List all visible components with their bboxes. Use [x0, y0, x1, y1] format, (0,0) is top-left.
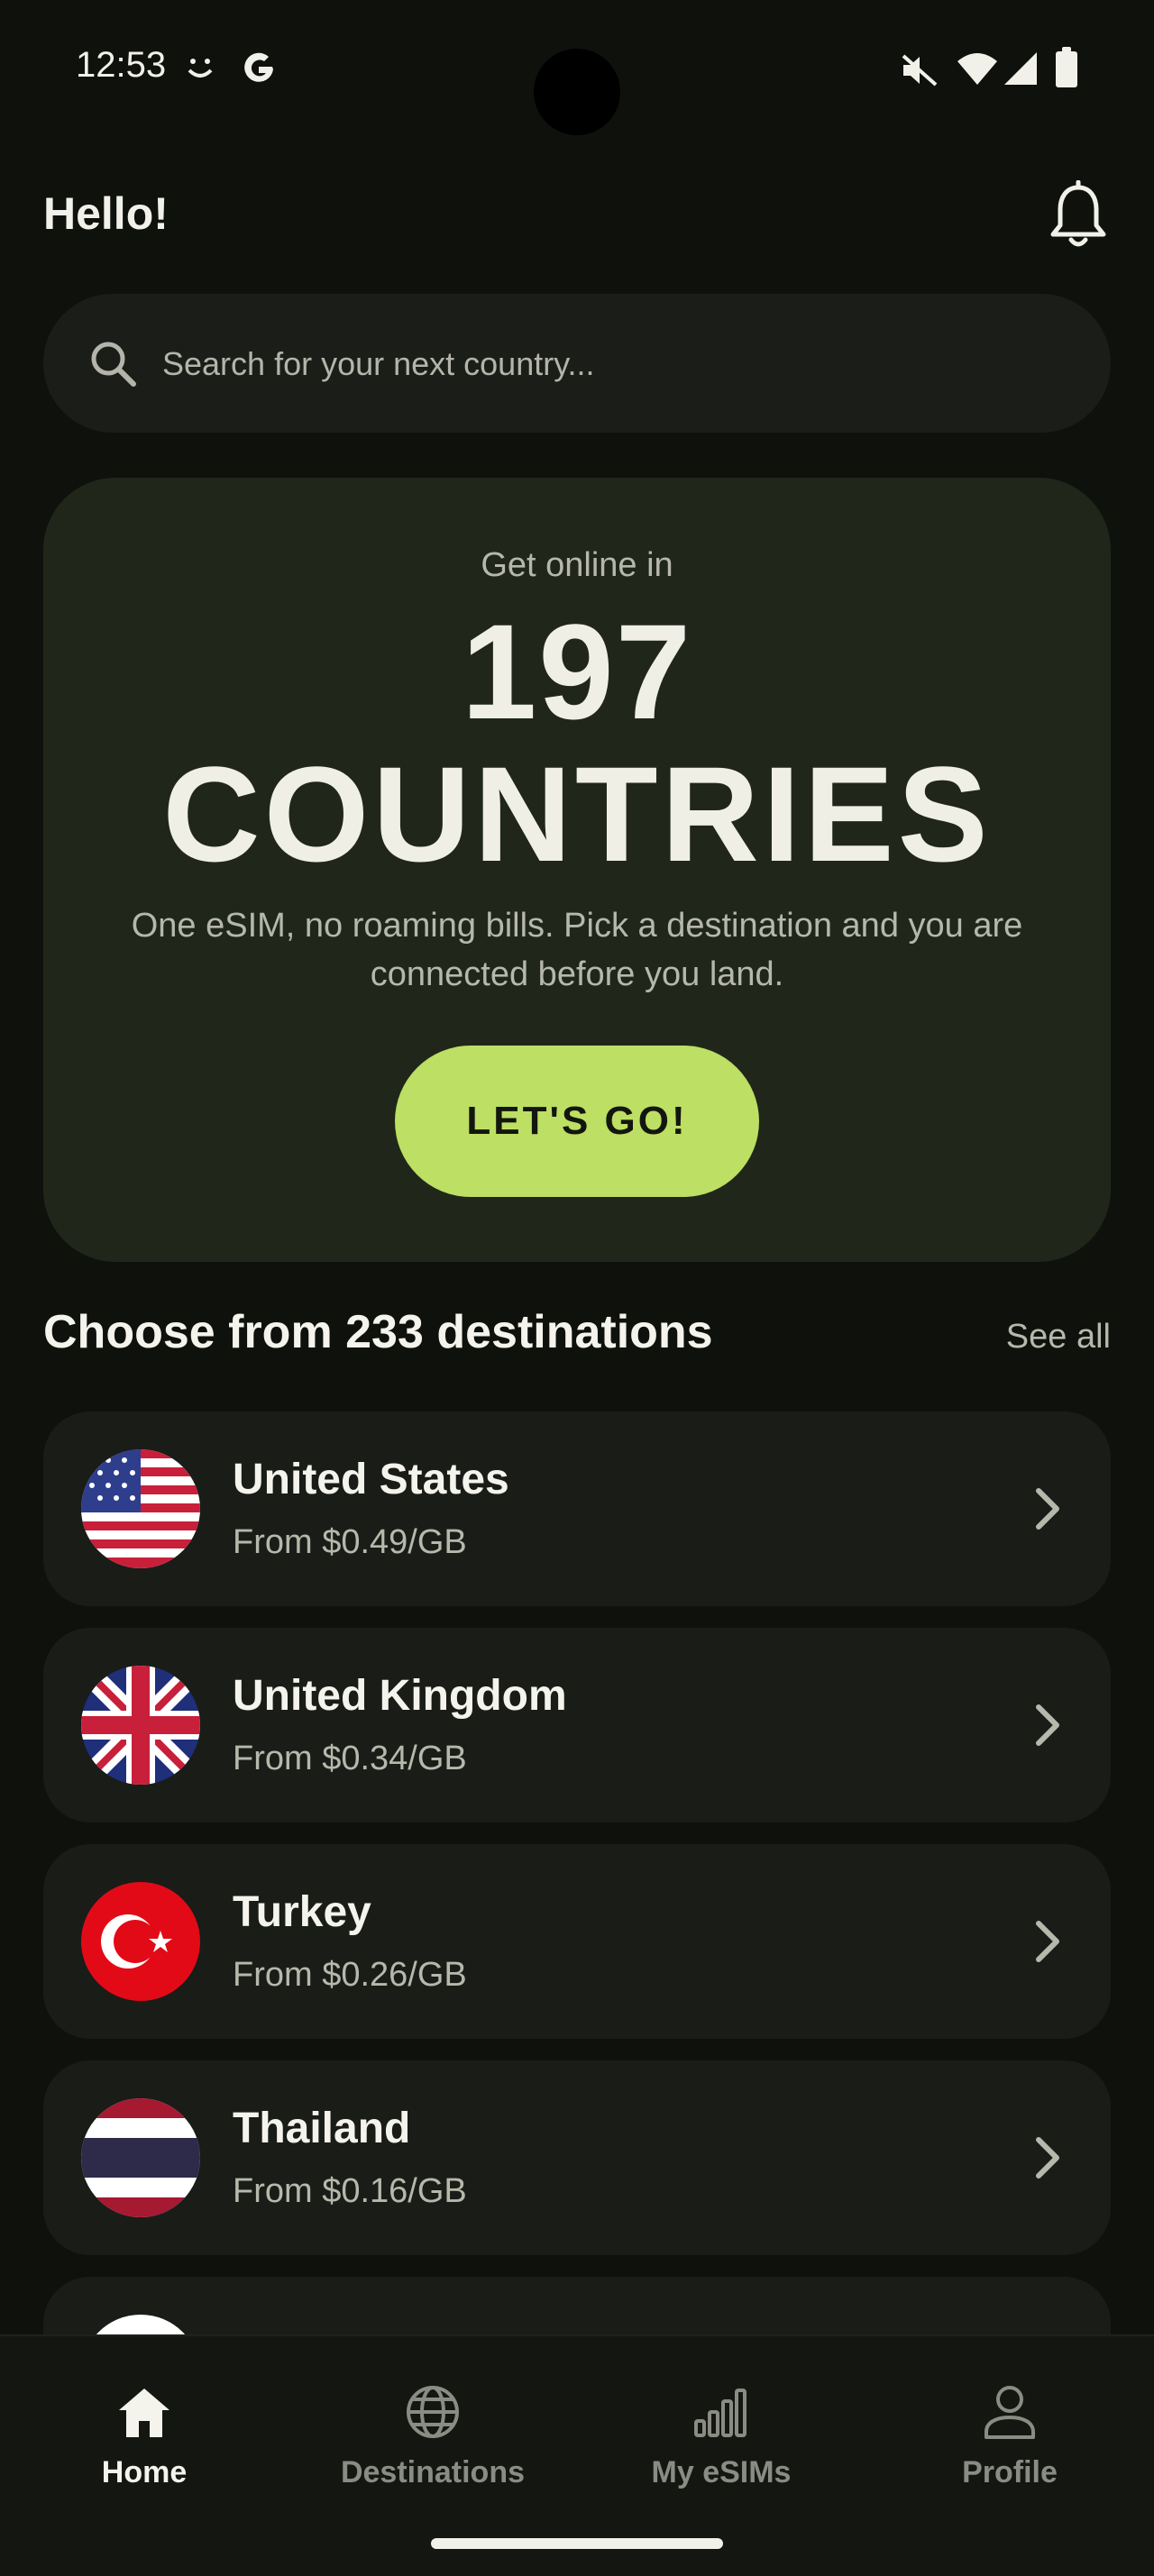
see-all-link[interactable]: See all [1006, 1318, 1111, 1357]
front-camera [534, 49, 620, 135]
google-icon [244, 52, 273, 82]
destination-item-turkey[interactable]: Turkey From $0.26/GB [43, 1844, 1111, 2039]
emoji-status-icon [188, 59, 213, 78]
uk-flag-icon [81, 1666, 200, 1785]
mute-icon [902, 54, 938, 87]
search-icon [91, 342, 136, 387]
hero-headline: COUNTRIES [162, 738, 992, 890]
cell-signal-icon [1004, 52, 1037, 85]
nav-destinations[interactable]: Destinations [288, 2336, 577, 2517]
destination-price: From $0.16/GB [233, 2172, 467, 2210]
nav-label: Destinations [340, 2455, 526, 2489]
nav-label: Profile [962, 2455, 1058, 2489]
notification-bell-icon[interactable] [1046, 180, 1111, 252]
destination-name: Turkey [233, 1888, 371, 1936]
destination-name: Thailand [233, 2105, 411, 2152]
wifi-icon [957, 53, 997, 85]
turkey-flag-icon [81, 1882, 200, 2001]
globe-icon [407, 2386, 459, 2438]
chevron-right-icon [1036, 1704, 1059, 1746]
home-indicator[interactable] [431, 2538, 723, 2549]
destination-item-united-states[interactable]: United States From $0.49/GB [43, 1411, 1111, 1606]
destination-price: From $0.34/GB [233, 1740, 467, 1777]
lets-go-button[interactable]: LET'S GO! [395, 1046, 759, 1197]
nav-home[interactable]: Home [0, 2336, 288, 2517]
thailand-flag-icon [81, 2098, 200, 2217]
battery-icon [1056, 47, 1077, 87]
destination-item-thailand[interactable]: Thailand From $0.16/GB [43, 2060, 1111, 2255]
nav-profile[interactable]: Profile [866, 2336, 1154, 2517]
person-icon [985, 2386, 1035, 2439]
greeting-title: Hello! [43, 188, 169, 239]
nav-label: Home [101, 2455, 188, 2489]
chevron-right-icon [1036, 2137, 1059, 2179]
chevron-right-icon [1036, 1921, 1059, 1962]
hero-kicker: Get online in [481, 546, 673, 584]
destination-name: United States [233, 1456, 509, 1503]
search-input[interactable] [160, 332, 1066, 397]
hero-description: One eSIM, no roaming bills. Pick a desti… [131, 907, 1023, 993]
hero-country-count: 197 [461, 596, 693, 747]
hero-card: Get online in 197 COUNTRIES One eSIM, no… [43, 478, 1111, 1262]
signal-bars-icon [694, 2389, 746, 2437]
us-flag-icon [81, 1449, 200, 1568]
chevron-right-icon [1036, 1488, 1059, 1530]
destination-name: United Kingdom [233, 1672, 567, 1720]
destination-price: From $0.26/GB [233, 1956, 467, 1994]
search-bar[interactable] [43, 294, 1111, 433]
destination-price: From $0.49/GB [233, 1523, 467, 1561]
nav-my-esims[interactable]: My eSIMs [577, 2336, 866, 2517]
status-time: 12:53 [76, 45, 167, 85]
home-icon [119, 2389, 169, 2437]
destination-item-united-kingdom[interactable]: United Kingdom From $0.34/GB [43, 1628, 1111, 1822]
destinations-title: Choose from 233 destinations [43, 1306, 713, 1358]
nav-label: My eSIMs [651, 2455, 792, 2489]
